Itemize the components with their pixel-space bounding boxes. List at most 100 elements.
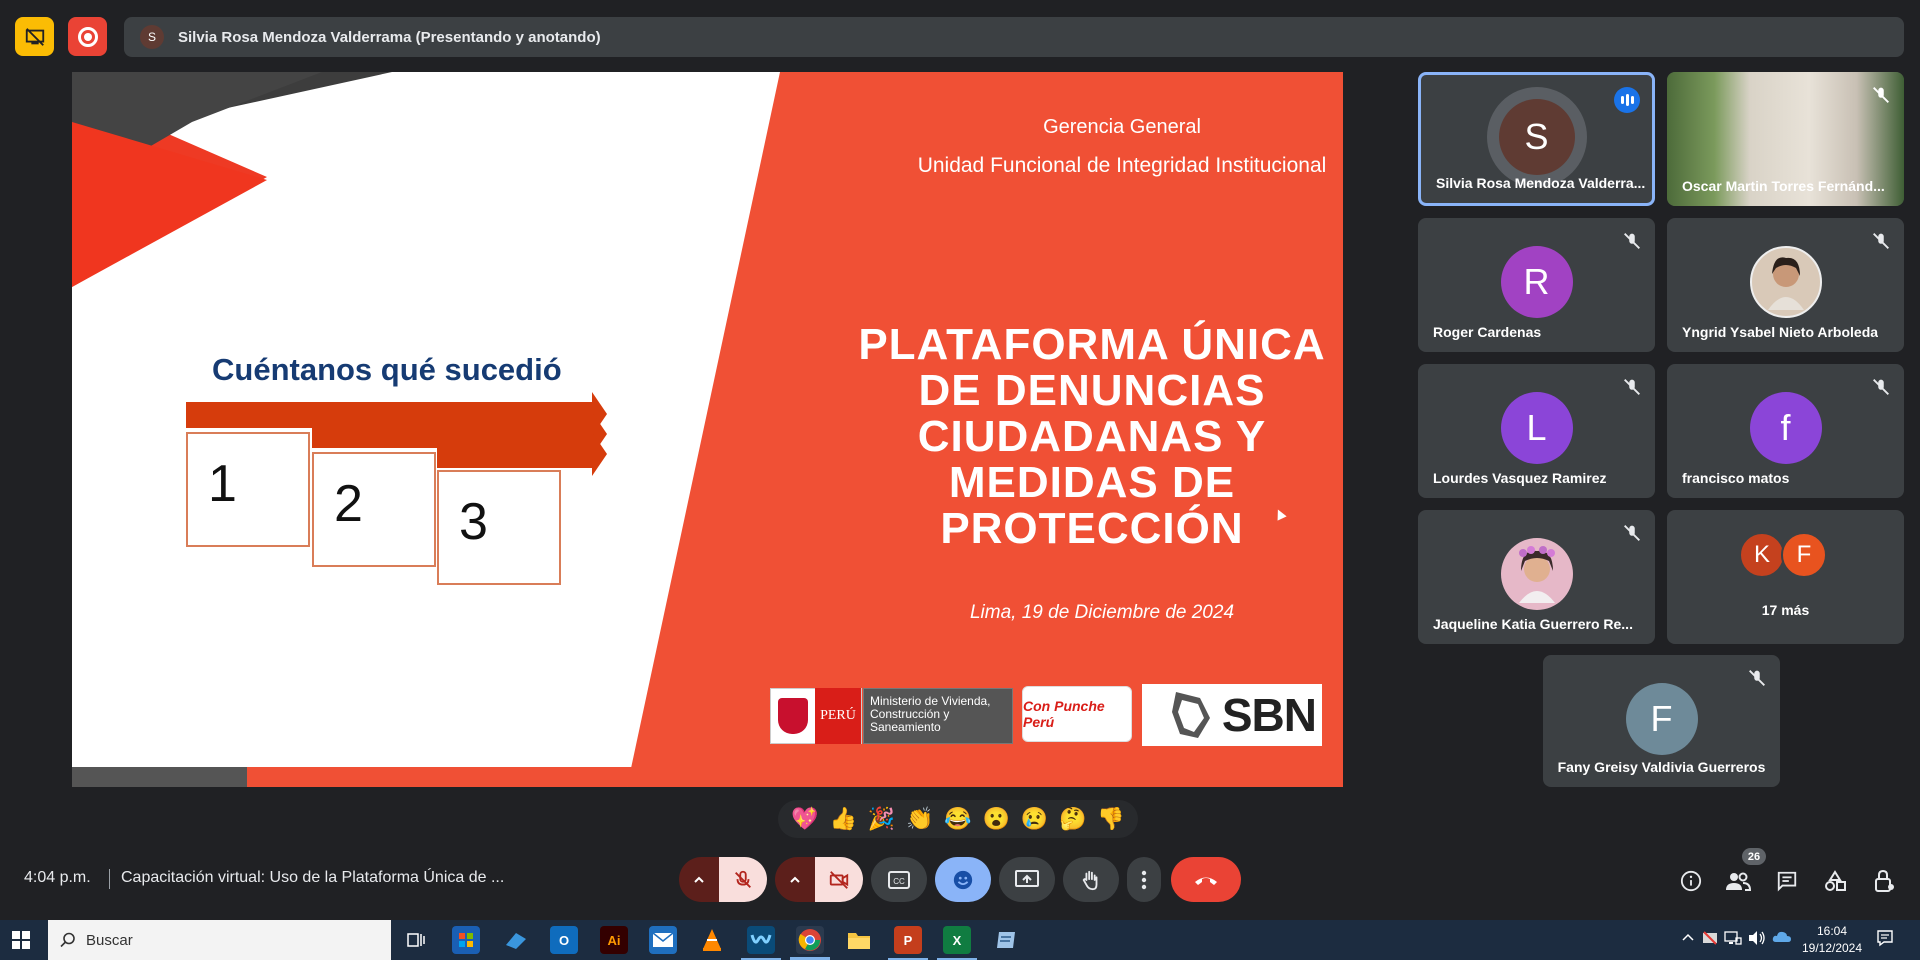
- avatar: S: [140, 25, 164, 49]
- participant-tile[interactable]: Yngrid Ysabel Nieto Arboleda: [1667, 218, 1904, 352]
- people-button[interactable]: [1725, 868, 1751, 894]
- participant-name: Fany Greisy Valdivia Guerreros: [1557, 759, 1766, 775]
- participant-name: Silvia Rosa Mendoza Valderra...: [1436, 175, 1646, 191]
- person-photo-icon: [1767, 257, 1804, 310]
- task-view-icon[interactable]: [402, 926, 430, 954]
- sbn-logo: SBN: [1142, 684, 1322, 746]
- more-participants-tile[interactable]: K F 17 más: [1667, 510, 1904, 644]
- reaction-sad-icon[interactable]: 😢: [1021, 806, 1048, 832]
- reaction-thumbs-down-icon[interactable]: 👎: [1097, 806, 1124, 832]
- activities-button[interactable]: [1822, 868, 1848, 894]
- reaction-party-icon[interactable]: 🎉: [868, 806, 895, 832]
- presenter-name: Silvia Rosa Mendoza Valderrama (Presenta…: [178, 28, 601, 46]
- excel-app-icon[interactable]: X: [937, 926, 977, 960]
- volume-icon[interactable]: [1748, 930, 1766, 949]
- participant-tile[interactable]: R Roger Cardenas: [1418, 218, 1655, 352]
- sbn-emblem-icon: [1171, 692, 1210, 738]
- avatar-photo: [1749, 246, 1822, 318]
- notifications-icon[interactable]: [1876, 929, 1894, 950]
- call-end-icon: [1195, 877, 1217, 885]
- camera-button[interactable]: [815, 857, 863, 902]
- participant-name: francisco matos: [1682, 470, 1790, 486]
- present-screen-button[interactable]: [999, 857, 1055, 902]
- lock-person-icon: [1875, 869, 1894, 892]
- speaking-indicator-icon: [1614, 87, 1640, 113]
- taskbar-clock[interactable]: 16:04 19/12/2024: [1800, 923, 1864, 957]
- reactions-button[interactable]: [935, 857, 991, 902]
- host-controls-button[interactable]: [1871, 868, 1897, 894]
- audio-options-button[interactable]: [679, 857, 719, 902]
- file-transfer-app-icon[interactable]: [502, 926, 530, 954]
- punche-peru-logo: Con Punche Perú: [1022, 686, 1132, 742]
- participant-tile[interactable]: Oscar Martin Torres Fernánd...: [1667, 72, 1904, 206]
- slide-title-line: DE DENUNCIAS: [918, 366, 1266, 415]
- participant-tile[interactable]: L Lourdes Vasquez Ramirez: [1418, 364, 1655, 498]
- more-options-button[interactable]: [1127, 857, 1161, 902]
- more-avatars: K F: [1739, 532, 1827, 578]
- powerpoint-app-icon[interactable]: P: [888, 926, 928, 960]
- chrome-app-icon[interactable]: [790, 926, 830, 960]
- taskbar-search-input[interactable]: Buscar: [48, 920, 391, 960]
- notes-app-icon[interactable]: [992, 926, 1020, 954]
- slide-left-heading: Cuéntanos qué sucedió: [212, 352, 562, 387]
- leave-call-button[interactable]: [1171, 857, 1241, 902]
- mail-app-icon[interactable]: [649, 926, 677, 954]
- meeting-info-button[interactable]: [1678, 868, 1704, 894]
- participant-name: Oscar Martin Torres Fernánd...: [1682, 178, 1885, 194]
- illustrator-app-icon[interactable]: Ai: [600, 926, 628, 954]
- reaction-thumbs-up-icon[interactable]: 👍: [830, 806, 857, 832]
- presenter-banner: S Silvia Rosa Mendoza Valderrama (Presen…: [124, 17, 1904, 57]
- participant-tile[interactable]: Jaqueline Katia Guerrero Re...: [1418, 510, 1655, 644]
- meet-tray-icon[interactable]: [1702, 930, 1718, 949]
- avatar: R: [1500, 246, 1573, 318]
- reaction-clap-icon[interactable]: 👏: [906, 806, 933, 832]
- windows-start-icon[interactable]: [12, 931, 30, 949]
- outlook-app-icon[interactable]: O: [550, 926, 578, 954]
- mic-off-icon: [1624, 525, 1640, 541]
- reaction-laugh-icon[interactable]: 😂: [944, 806, 971, 832]
- vlc-app-icon[interactable]: [698, 926, 726, 954]
- recording-button[interactable]: [68, 17, 107, 56]
- participant-tile[interactable]: f francisco matos: [1667, 364, 1904, 498]
- show-hidden-icons-icon[interactable]: [1682, 930, 1694, 945]
- stop-presenting-button[interactable]: [15, 17, 54, 56]
- screen-off-icon: [25, 27, 44, 46]
- reactions-bar: 💖 👍 🎉 👏 😂 😮 😢 🤔 👎: [778, 800, 1138, 838]
- slide-date: Lima, 19 de Diciembre de 2024: [969, 602, 1235, 623]
- search-placeholder: Buscar: [86, 931, 133, 949]
- store-app-icon[interactable]: [452, 926, 480, 954]
- captions-button[interactable]: CC: [871, 857, 927, 902]
- onedrive-icon[interactable]: [1772, 930, 1792, 947]
- mic-off-icon: [1873, 233, 1889, 249]
- avatar: S: [1498, 99, 1575, 175]
- file-explorer-app-icon[interactable]: [845, 926, 873, 954]
- avatar: f: [1749, 392, 1822, 464]
- slide-title-line: MEDIDAS DE: [948, 458, 1236, 507]
- slide-title-line: PLATAFORMA ÚNICA: [858, 320, 1326, 369]
- microphone-button[interactable]: [719, 857, 767, 902]
- mic-off-icon: [1624, 233, 1640, 249]
- avatar: K: [1739, 532, 1785, 578]
- chat-button[interactable]: [1774, 868, 1800, 894]
- participant-name: Yngrid Ysabel Nieto Arboleda: [1682, 324, 1879, 340]
- participant-tile[interactable]: F Fany Greisy Valdivia Guerreros: [1543, 655, 1780, 787]
- clock-time: 16:04: [1816, 924, 1848, 938]
- people-icon: [1726, 872, 1751, 891]
- more-participants-label: 17 más: [1761, 602, 1810, 618]
- participant-name: Lourdes Vasquez Ramirez: [1433, 470, 1607, 486]
- raise-hand-button[interactable]: [1063, 857, 1119, 902]
- participant-name: Jaqueline Katia Guerrero Re...: [1433, 616, 1633, 632]
- presentation-slide: Cuéntanos qué sucedió 1 2 3 Gerencia Gen…: [72, 72, 1343, 787]
- webex-app-icon[interactable]: [741, 926, 781, 960]
- reaction-surprised-icon[interactable]: 😮: [983, 806, 1010, 832]
- camera-off-icon: [829, 870, 849, 889]
- video-options-button[interactable]: [775, 857, 815, 902]
- windows-taskbar: Buscar O Ai P X 16:04 19/12/2024: [0, 920, 1920, 960]
- step-box-1: 1: [186, 432, 310, 547]
- reaction-thinking-icon[interactable]: 🤔: [1059, 806, 1086, 832]
- participant-tile[interactable]: S Silvia Rosa Mendoza Valderra...: [1418, 72, 1655, 206]
- slide-title-line: PROTECCIÓN: [940, 504, 1244, 553]
- network-icon[interactable]: [1724, 930, 1742, 949]
- reaction-heart-icon[interactable]: 💖: [791, 806, 818, 832]
- svg-text:CC: CC: [893, 877, 905, 886]
